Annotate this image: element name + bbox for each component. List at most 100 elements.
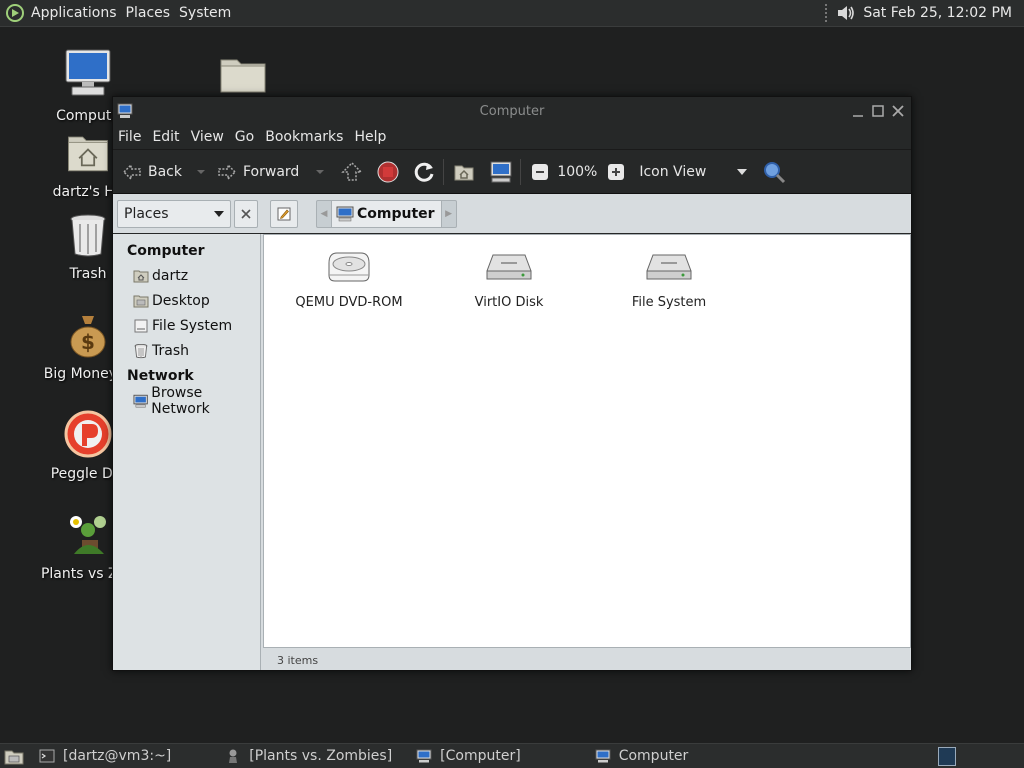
zoom-level[interactable]: 100% [557, 164, 597, 180]
volume-icon[interactable] [835, 2, 857, 24]
up-arrow-icon[interactable] [339, 159, 365, 185]
hard-disk-icon [646, 254, 692, 280]
view-mode-selector[interactable]: Icon View [639, 164, 749, 180]
file-item-virtio-disk[interactable]: VirtIO Disk [444, 249, 574, 310]
breadcrumb-right-icon[interactable]: ▶ [442, 209, 456, 219]
peggle-icon [64, 410, 112, 458]
sidebar-type-combo[interactable]: Places [117, 199, 231, 228]
bottom-panel: [dartz@vm3:~] [Plants vs. Zombies] [Comp… [0, 743, 1024, 768]
desktop-folder-icon [133, 295, 149, 307]
taskbar-item-computer-minimized[interactable]: [Computer] [416, 744, 521, 768]
file-item-label: VirtIO Disk [474, 295, 544, 310]
home-icon[interactable] [452, 160, 476, 184]
sidebar-item-label: Desktop [152, 292, 210, 309]
stop-icon[interactable] [375, 159, 401, 185]
menu-go[interactable]: Go [235, 129, 254, 145]
edit-icon [277, 207, 291, 220]
search-icon[interactable] [761, 159, 787, 185]
sidebar-item-label: Browse Network [151, 384, 210, 417]
dvd-drive-icon [328, 252, 370, 282]
computer-icon [65, 49, 111, 96]
computer-icon[interactable] [488, 159, 514, 185]
main-pane: QEMU DVD-ROM VirtIO Disk File System 3 i… [261, 234, 911, 670]
places-menu[interactable]: Places [126, 5, 171, 21]
system-menu[interactable]: System [179, 5, 231, 21]
close-icon [241, 208, 251, 219]
back-history-dropdown-icon[interactable] [190, 161, 212, 183]
taskbar-item-plants-vs-zombies[interactable]: [Plants vs. Zombies] [225, 744, 392, 768]
trash-icon [134, 343, 148, 358]
close-icon[interactable] [891, 104, 905, 118]
hard-disk-icon [486, 254, 532, 280]
money-bag-icon: $ [70, 316, 106, 358]
view-mode-label: Icon View [639, 163, 707, 180]
forward-button[interactable]: Forward [216, 161, 299, 183]
content-area: Computer dartz Desktop File System Trash… [113, 234, 911, 670]
status-bar: 3 items [277, 654, 319, 667]
file-item-label: File System [631, 295, 707, 310]
network-icon [133, 394, 148, 407]
zoom-out-icon[interactable] [531, 163, 549, 181]
top-panel: Applications Places System Sat Feb 25, 1… [0, 0, 1024, 27]
zombie-icon [229, 749, 238, 763]
breadcrumb-left-icon[interactable]: ◀ [317, 209, 331, 219]
applications-menu[interactable]: Applications [31, 5, 117, 21]
distro-logo-icon[interactable] [5, 3, 25, 23]
icon-view[interactable]: QEMU DVD-ROM VirtIO Disk File System [263, 234, 911, 648]
reload-icon[interactable] [411, 159, 437, 185]
taskbar-item-label: Computer [618, 748, 689, 764]
menu-bookmarks[interactable]: Bookmarks [265, 129, 343, 145]
taskbar-item-label: [Plants vs. Zombies] [249, 748, 393, 764]
sidebar-section-computer: Computer [127, 243, 205, 259]
sidebar-item-label: Trash [152, 342, 189, 359]
sidebar-item-dartz[interactable]: dartz [113, 263, 260, 288]
forward-label: Forward [243, 163, 300, 180]
close-sidebar-button[interactable] [234, 199, 258, 228]
workspace-switcher[interactable] [938, 747, 956, 766]
panel-separator [825, 4, 828, 22]
menu-help[interactable]: Help [354, 129, 386, 145]
window-titlebar[interactable]: Computer [113, 97, 911, 125]
location-bar: Places ◀ Computer ▶ [113, 193, 911, 233]
computer-icon [416, 749, 432, 763]
sidebar-item-trash[interactable]: Trash [113, 338, 260, 363]
file-item-qemu-dvd-rom[interactable]: QEMU DVD-ROM [284, 249, 414, 310]
sidebar-item-desktop[interactable]: Desktop [113, 288, 260, 313]
sidebar-item-label: File System [152, 317, 233, 334]
menubar: File Edit View Go Bookmarks Help [113, 125, 911, 149]
breadcrumb-label: Computer [357, 205, 435, 222]
taskbar-item-label: [dartz@vm3:~] [63, 748, 172, 764]
back-button[interactable]: Back [121, 161, 182, 183]
minimize-icon[interactable] [851, 104, 865, 118]
sidebar-item-browse-network[interactable]: Browse Network [113, 385, 260, 417]
sidebar-type-label: Places [124, 205, 169, 222]
toolbar: Back Forward 100% Icon View [113, 149, 911, 193]
sidebar-item-label: dartz [152, 267, 189, 284]
chevron-down-icon [214, 210, 224, 217]
breadcrumb: ◀ Computer ▶ [316, 199, 457, 228]
computer-icon [595, 749, 611, 763]
forward-arrow-icon [218, 162, 237, 181]
clock[interactable]: Sat Feb 25, 12:02 PM [863, 5, 1012, 21]
file-item-file-system[interactable]: File System [604, 249, 734, 310]
back-arrow-icon [122, 162, 141, 181]
trash-icon [70, 214, 106, 257]
home-folder-icon [68, 136, 108, 172]
taskbar-item-terminal[interactable]: [dartz@vm3:~] [39, 744, 171, 768]
taskbar-item-computer[interactable]: Computer [595, 744, 689, 768]
breadcrumb-item-computer[interactable]: Computer [331, 200, 442, 227]
toggle-location-entry-button[interactable] [270, 199, 298, 228]
terminal-icon [39, 749, 55, 763]
toolbar-separator [520, 158, 522, 185]
menu-file[interactable]: File [118, 129, 141, 145]
menu-edit[interactable]: Edit [152, 129, 179, 145]
zoom-in-icon[interactable] [607, 163, 625, 181]
sidebar-item-file-system[interactable]: File System [113, 313, 260, 338]
home-folder-icon [133, 270, 149, 282]
forward-history-dropdown-icon[interactable] [309, 161, 331, 183]
show-desktop-icon[interactable] [3, 746, 25, 766]
menu-view[interactable]: View [191, 129, 224, 145]
maximize-icon[interactable] [871, 104, 885, 118]
window-title: Computer [479, 103, 545, 119]
file-item-label: QEMU DVD-ROM [295, 295, 403, 310]
